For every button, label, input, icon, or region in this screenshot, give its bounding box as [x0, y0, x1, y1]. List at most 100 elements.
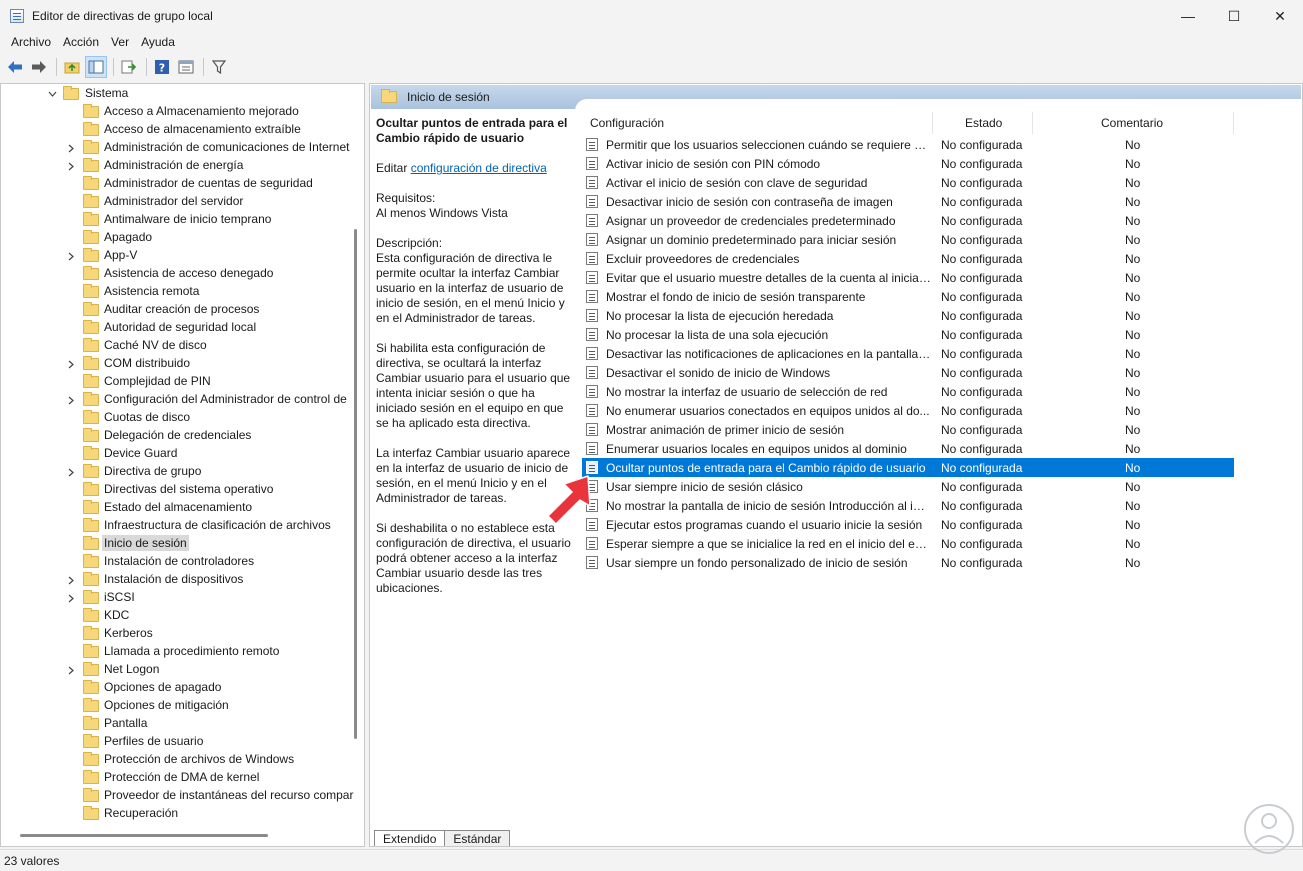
- policy-name: No mostrar la interfaz de usuario de sel…: [606, 384, 888, 399]
- chevron-right-icon[interactable]: [66, 161, 76, 171]
- policy-row[interactable]: Evitar que el usuario muestre detalles d…: [582, 268, 1234, 287]
- policy-row[interactable]: Enumerar usuarios locales en equipos uni…: [582, 439, 1234, 458]
- menu-archivo[interactable]: Archivo: [5, 35, 57, 49]
- maximize-button[interactable]: ☐: [1211, 0, 1257, 32]
- menu-ayuda[interactable]: Ayuda: [135, 35, 181, 49]
- help-icon[interactable]: ?: [151, 56, 173, 78]
- policy-comment: No: [1125, 441, 1141, 456]
- policy-row[interactable]: Permitir que los usuarios seleccionen cu…: [582, 135, 1234, 154]
- folder-icon: [83, 338, 99, 352]
- close-button[interactable]: ✕: [1257, 0, 1303, 32]
- chevron-right-icon[interactable]: [66, 665, 76, 675]
- tree-item-label: Proveedor de instantáneas del recurso co…: [104, 788, 354, 802]
- tree-item-label: Kerberos: [104, 626, 153, 640]
- tree-item-label: Administración de comunicaciones de Inte…: [104, 140, 350, 154]
- policy-row[interactable]: Usar siempre inicio de sesión clásico No …: [582, 477, 1234, 496]
- chevron-right-icon[interactable]: [66, 143, 76, 153]
- description-body: Descripción: Esta configuración de direc…: [376, 236, 572, 326]
- tree-vertical-scrollbar[interactable]: [354, 229, 357, 739]
- policy-row[interactable]: No mostrar la interfaz de usuario de sel…: [582, 382, 1234, 401]
- policy-setting-icon: [586, 290, 598, 303]
- policy-row[interactable]: Desactivar inicio de sesión con contrase…: [582, 192, 1234, 211]
- folder-icon: [83, 230, 99, 244]
- chevron-right-icon[interactable]: [66, 575, 76, 585]
- column-header-configuracion[interactable]: Configuración: [590, 112, 664, 134]
- policy-state: No configurada: [941, 194, 1023, 209]
- column-header-comentario[interactable]: Comentario: [1101, 112, 1163, 134]
- policy-row[interactable]: Asignar un dominio predeterminado para i…: [582, 230, 1234, 249]
- policy-state: No configurada: [941, 536, 1023, 551]
- tree-item-label: Administrador de cuentas de seguridad: [104, 176, 313, 190]
- policy-row[interactable]: Asignar un proveedor de credenciales pre…: [582, 211, 1234, 230]
- forward-icon[interactable]: [28, 56, 50, 78]
- minimize-button[interactable]: —: [1165, 0, 1211, 32]
- folder-icon: [63, 86, 79, 100]
- folder-icon: [83, 446, 99, 460]
- policy-row[interactable]: Desactivar el sonido de inicio de Window…: [582, 363, 1234, 382]
- column-divider[interactable]: [1032, 112, 1033, 134]
- policy-state: No configurada: [941, 403, 1023, 418]
- policy-row[interactable]: Activar el inicio de sesión con clave de…: [582, 173, 1234, 192]
- tree-item-label: Directivas del sistema operativo: [104, 482, 274, 496]
- tree-item-label: Opciones de mitigación: [104, 698, 229, 712]
- menu-accion[interactable]: Acción: [57, 35, 105, 49]
- policy-row[interactable]: Usar siempre un fondo personalizado de i…: [582, 553, 1234, 572]
- tree-horizontal-scrollbar[interactable]: [20, 834, 268, 837]
- policy-row[interactable]: No procesar la lista de una sola ejecuci…: [582, 325, 1234, 344]
- policy-state: No configurada: [941, 232, 1023, 247]
- back-icon[interactable]: [4, 56, 26, 78]
- tree-item-label: Estado del almacenamiento: [104, 500, 253, 514]
- policy-name: Evitar que el usuario muestre detalles d…: [606, 270, 931, 285]
- tab-extendido[interactable]: Extendido: [374, 830, 446, 846]
- chevron-right-icon[interactable]: [66, 359, 76, 369]
- chevron-right-icon[interactable]: [66, 395, 76, 405]
- chevron-right-icon[interactable]: [66, 251, 76, 261]
- tree-item-label: Directiva de grupo: [104, 464, 202, 478]
- chevron-right-icon[interactable]: [66, 467, 76, 477]
- up-folder-icon[interactable]: [61, 56, 83, 78]
- folder-icon: [83, 392, 99, 406]
- edit-policy-link[interactable]: configuración de directiva: [411, 161, 547, 175]
- policy-comment: No: [1125, 517, 1141, 532]
- menu-ver[interactable]: Ver: [105, 35, 135, 49]
- export-list-icon[interactable]: [118, 56, 140, 78]
- folder-icon: [83, 104, 99, 118]
- chevron-down-icon[interactable]: [47, 89, 57, 99]
- policy-name: Desactivar el sonido de inicio de Window…: [606, 365, 831, 380]
- policy-row[interactable]: No mostrar la pantalla de inicio de sesi…: [582, 496, 1234, 515]
- policy-row[interactable]: No enumerar usuarios conectados en equip…: [582, 401, 1234, 420]
- policy-setting-icon: [586, 157, 598, 170]
- chevron-right-icon[interactable]: [66, 593, 76, 603]
- policy-row[interactable]: Esperar siempre a que se inicialice la r…: [582, 534, 1234, 553]
- description-paragraph-4: Si deshabilita o no establece esta confi…: [376, 521, 571, 595]
- folder-icon: [83, 644, 99, 658]
- policy-row[interactable]: Ocultar puntos de entrada para el Cambio…: [582, 458, 1234, 477]
- header-notch: [575, 99, 1302, 113]
- policy-comment: No: [1125, 251, 1141, 266]
- properties-icon[interactable]: [175, 56, 197, 78]
- policy-row[interactable]: Ejecutar estos programas cuando el usuar…: [582, 515, 1234, 534]
- policy-name: Asignar un dominio predeterminado para i…: [606, 232, 897, 247]
- folder-icon: [83, 806, 99, 820]
- policy-row[interactable]: Excluir proveedores de credenciales No co…: [582, 249, 1234, 268]
- policy-row[interactable]: Desactivar las notificaciones de aplicac…: [582, 344, 1234, 363]
- folder-icon: [83, 158, 99, 172]
- column-divider[interactable]: [932, 112, 933, 134]
- filter-icon[interactable]: [208, 56, 230, 78]
- policy-setting-icon: [586, 442, 598, 455]
- tree-item-label: COM distribuido: [104, 356, 191, 370]
- policy-row[interactable]: Activar inicio de sesión con PIN cómodo N…: [582, 154, 1234, 173]
- policy-row[interactable]: No procesar la lista de ejecución hereda…: [582, 306, 1234, 325]
- policy-row[interactable]: Mostrar el fondo de inicio de sesión tra…: [582, 287, 1234, 306]
- show-hide-tree-icon[interactable]: [85, 56, 107, 78]
- policy-setting-icon: [586, 176, 598, 189]
- navigation-tree[interactable]: Sistema Acceso a Almacenamiento mejorado…: [0, 83, 365, 847]
- tree-item-label: Pantalla: [104, 716, 148, 730]
- policy-setting-icon: [586, 556, 598, 569]
- tab-estandar[interactable]: Estándar: [445, 830, 511, 846]
- tree-item-label: Acceso a Almacenamiento mejorado: [104, 104, 299, 118]
- policy-comment: No: [1125, 232, 1141, 247]
- policy-row[interactable]: Mostrar animación de primer inicio de se…: [582, 420, 1234, 439]
- column-divider[interactable]: [1233, 112, 1234, 134]
- column-header-estado[interactable]: Estado: [965, 112, 1002, 134]
